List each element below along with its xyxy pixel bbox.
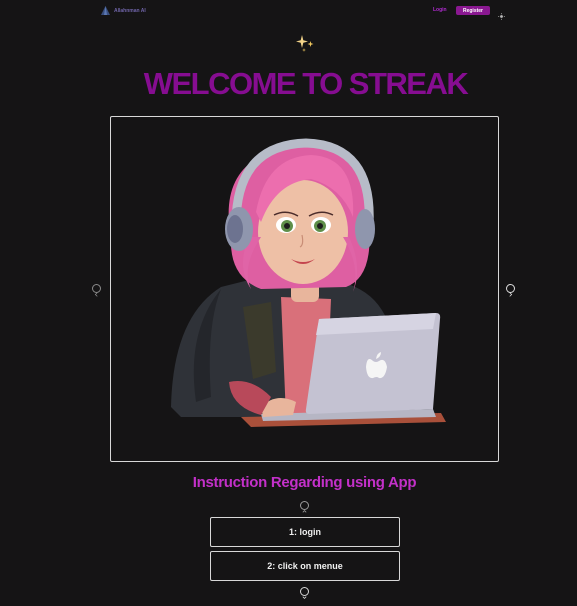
page-title: WELCOME TO STREAK — [143, 66, 469, 101]
chevron-right-icon[interactable] — [506, 284, 515, 297]
instruction-step-menu[interactable]: 2: click on menue — [210, 551, 400, 581]
sparkle-icon — [296, 35, 316, 58]
pyramid-logo-icon — [100, 5, 111, 16]
chevron-up-icon[interactable] — [300, 501, 309, 513]
brand-name: Allahnman AI — [114, 7, 146, 14]
brand-logo[interactable]: Allahnman AI — [100, 5, 146, 16]
chevron-left-icon[interactable] — [92, 284, 101, 297]
instructions-title: Instruction Regarding using App — [192, 474, 417, 491]
image-carousel[interactable] — [110, 116, 499, 462]
sun-icon[interactable] — [498, 7, 505, 25]
instruction-step-login[interactable]: 1: login — [210, 517, 400, 547]
register-button[interactable]: Register — [456, 6, 490, 15]
chevron-down-icon[interactable] — [300, 587, 309, 599]
girl-with-headphones-using-laptop — [171, 138, 446, 427]
login-link[interactable]: Login — [433, 7, 447, 13]
